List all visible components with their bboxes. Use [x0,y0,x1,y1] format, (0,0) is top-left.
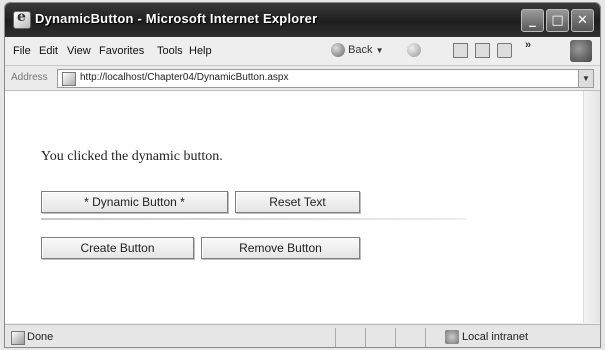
menu-bar: File Edit View Favorites Tools Help Back… [5,37,600,66]
refresh-icon [475,43,490,58]
status-divider [335,328,336,347]
windows-logo-icon [570,40,592,62]
create-button[interactable]: Create Button [41,237,194,259]
back-button[interactable]: Back ▼ [331,43,384,59]
zone-label: Local intranet [462,331,529,343]
page-content: You clicked the dynamic button. * Dynami… [5,91,600,323]
minimize-button[interactable]: _ [521,9,544,32]
done-page-icon [11,331,25,345]
title-bar: DynamicButton - Microsoft Internet Explo… [5,3,600,38]
menu-favorites[interactable]: Favorites [99,45,144,57]
scrollbar[interactable] [583,91,600,323]
address-input[interactable]: http://localhost/Chapter04/DynamicButton… [57,69,594,88]
home-icon [497,43,512,58]
menu-help[interactable]: Help [189,45,212,57]
status-text: Done [27,331,54,343]
toolbar-chevron[interactable]: » [525,39,531,55]
stop-button[interactable] [453,43,468,59]
maximize-button[interactable]: □ [546,9,569,32]
status-divider [425,328,426,347]
back-label: Back [348,43,373,56]
ie-app-icon [13,9,31,29]
forward-button[interactable] [407,43,421,59]
remove-button[interactable]: Remove Button [201,237,360,259]
window-title: DynamicButton - Microsoft Internet Explo… [35,11,318,26]
intranet-zone-icon [445,330,459,344]
menu-tools[interactable]: Tools [157,45,183,57]
address-bar: Address http://localhost/Chapter04/Dynam… [5,66,600,91]
address-dropdown-icon[interactable]: ▼ [578,70,593,87]
forward-arrow-icon [407,43,421,57]
status-divider [395,328,396,347]
back-arrow-icon [331,43,345,57]
divider [41,218,466,220]
address-label: Address [11,72,48,83]
refresh-button[interactable] [475,43,490,59]
page-icon [62,72,76,86]
browser-window: DynamicButton - Microsoft Internet Explo… [4,2,601,348]
window-controls: _ □ ✕ [521,9,594,32]
dynamic-button[interactable]: * Dynamic Button * [41,191,228,213]
home-button[interactable] [497,43,512,59]
status-divider [365,328,366,347]
back-dropdown-icon: ▼ [375,45,384,55]
status-bar: Done Local intranet [5,324,600,347]
menu-view[interactable]: View [67,45,91,57]
status-message: You clicked the dynamic button. [41,149,223,164]
close-button[interactable]: ✕ [571,9,594,32]
address-url: http://localhost/Chapter04/DynamicButton… [80,72,289,83]
menu-file[interactable]: File [13,45,31,57]
reset-text-button[interactable]: Reset Text [235,191,360,213]
menu-edit[interactable]: Edit [39,45,58,57]
stop-icon [453,43,468,58]
